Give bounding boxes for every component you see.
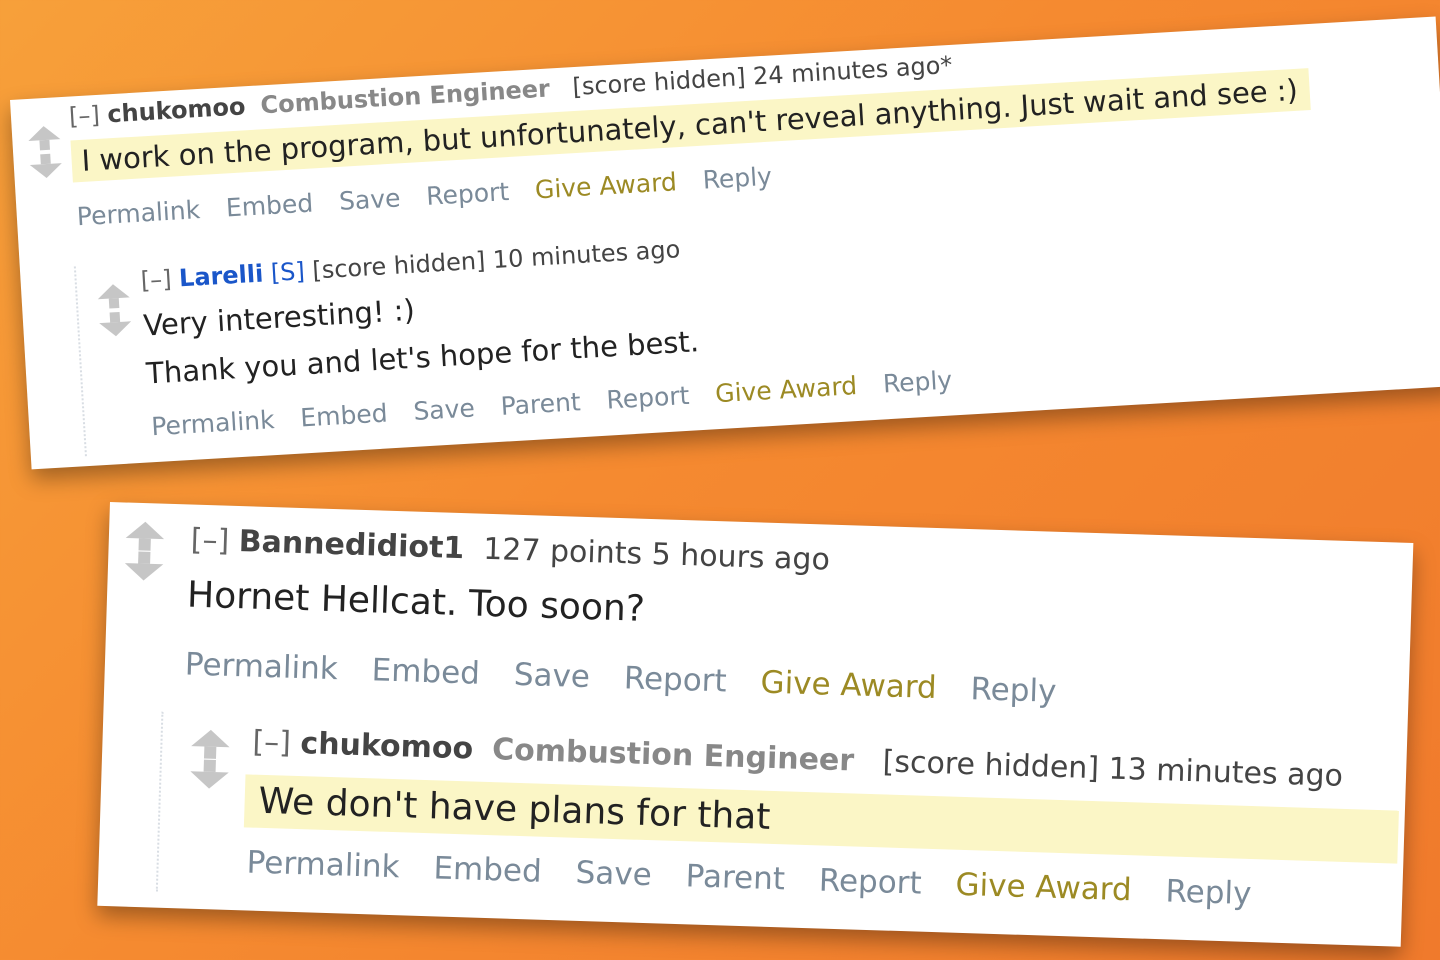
author-link[interactable]: chukomoo [107,92,247,128]
reply-button[interactable]: Reply [1165,873,1252,912]
embed-button[interactable]: Embed [371,652,480,691]
comment-bannedidiot1-parent: [–] Bannedidiot1 127 points 5 hours ago … [104,502,1414,743]
downvote-arrow-icon[interactable] [29,163,63,179]
reply-button[interactable]: Reply [702,162,773,195]
thread-line[interactable] [155,711,164,892]
upvote-arrow-icon[interactable] [125,521,165,540]
comment-card-bottom: [–] Bannedidiot1 127 points 5 hours ago … [97,502,1414,947]
upvote-arrow-icon[interactable] [191,729,231,748]
embed-button[interactable]: Embed [433,850,542,889]
vote-controls [124,521,165,582]
vote-controls [189,729,231,790]
downvote-arrow-icon[interactable] [189,771,229,790]
comment-body-line1: Very interesting! :) [142,292,416,343]
report-button[interactable]: Report [425,177,509,211]
collapse-toggle[interactable]: [–] [252,725,292,761]
reply-button[interactable]: Reply [882,365,953,398]
permalink-button[interactable]: Permalink [184,646,338,687]
give-award-button[interactable]: Give Award [714,371,857,408]
comment-card-top: [–] chukomoo Combustion Engineer [score … [10,16,1440,470]
permalink-button[interactable]: Permalink [150,405,275,441]
author-link[interactable]: Larelli [178,260,264,293]
save-button[interactable]: Save [413,393,476,426]
vote-controls [96,283,132,338]
comment-chukomoo-reply: [–] chukomoo Combustion Engineer [score … [170,708,1399,936]
collapse-toggle[interactable]: [–] [68,101,100,131]
save-button[interactable]: Save [513,657,590,695]
report-button[interactable]: Report [606,381,690,415]
score-time: [score hidden] 13 minutes ago [882,744,1344,794]
reply-button[interactable]: Reply [970,671,1057,710]
score-time: [score hidden] 10 minutes ago [311,235,681,285]
permalink-button[interactable]: Permalink [246,844,400,885]
upvote-arrow-icon[interactable] [96,283,130,300]
save-button[interactable]: Save [575,855,652,893]
downvote-arrow-icon[interactable] [124,563,164,582]
embed-button[interactable]: Embed [300,398,389,432]
give-award-button[interactable]: Give Award [760,665,937,707]
author-link[interactable]: Bannedidiot1 [238,524,465,566]
parent-button[interactable]: Parent [500,387,582,421]
report-button[interactable]: Report [623,660,727,699]
report-button[interactable]: Report [818,862,922,901]
permalink-button[interactable]: Permalink [76,195,201,231]
submitter-tag[interactable]: [S] [270,257,306,287]
score-time: 127 points 5 hours ago [482,531,831,578]
save-button[interactable]: Save [338,183,401,216]
collapse-toggle[interactable]: [–] [140,265,172,295]
give-award-button[interactable]: Give Award [955,867,1132,909]
parent-button[interactable]: Parent [685,858,785,897]
upvote-arrow-icon[interactable] [27,125,61,141]
downvote-arrow-icon[interactable] [99,321,132,338]
give-award-button[interactable]: Give Award [534,167,677,204]
comment-actions: Permalink Embed Save Report Give Award Reply [184,646,1091,710]
user-flair: Combustion Engineer [491,732,855,779]
comment-tagline: [–] Bannedidiot1 127 points 5 hours ago [190,523,830,578]
author-link[interactable]: chukomoo [300,726,474,766]
comment-body: Hornet Hellcat. Too soon? [186,574,646,630]
collapse-toggle[interactable]: [–] [190,523,230,559]
vote-controls [27,125,63,179]
embed-button[interactable]: Embed [225,188,314,222]
comment-tagline: [–] Larelli [S] [score hidden] 10 minute… [140,235,681,295]
user-flair: Combustion Engineer [259,74,551,120]
